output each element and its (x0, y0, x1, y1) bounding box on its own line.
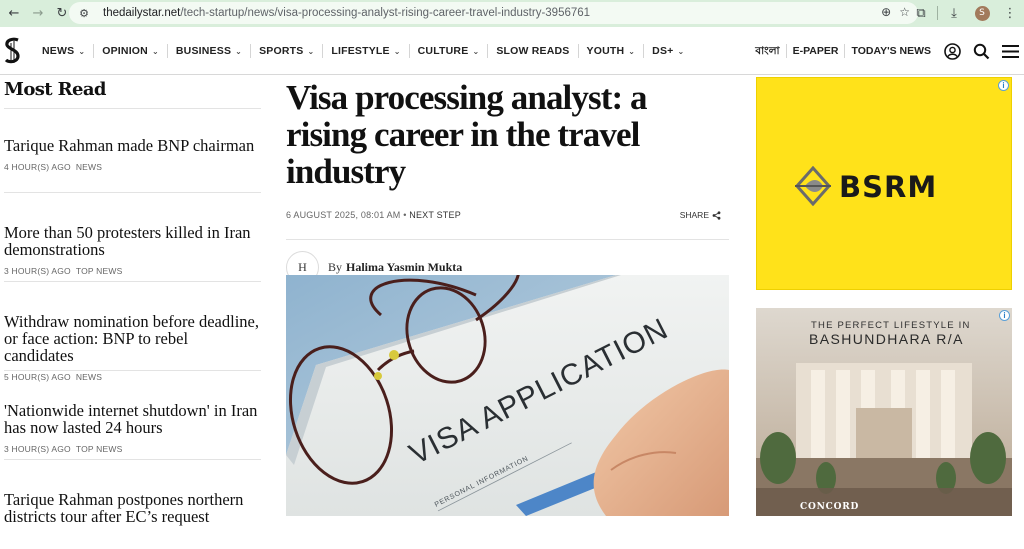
nav-business[interactable]: BUSINESS ⌄ (168, 44, 252, 58)
user-account-icon[interactable] (939, 40, 966, 62)
nav-youth[interactable]: YOUTH ⌄ (579, 44, 645, 58)
section-link[interactable]: NEXT STEP (409, 210, 461, 220)
nav-lifestyle[interactable]: LIFESTYLE ⌄ (323, 44, 410, 58)
browser-menu-icon[interactable]: ⋮ (996, 2, 1024, 24)
address-bar[interactable]: ⚙ thedailystar.net/tech-startup/news/vis… (69, 2, 918, 24)
ad-tagline: THE PERFECT LIFESTYLE IN (811, 320, 971, 331)
list-item[interactable]: More than 50 protesters killed in Iran d… (4, 193, 261, 282)
author-name[interactable]: Halima Yasmin Mukta (346, 260, 462, 275)
article-hero-image: VISA APPLICATION PERSONAL INFORMATION (286, 275, 729, 516)
most-read-title[interactable]: Tarique Rahman made BNP chairman (4, 137, 261, 154)
site-header: NEWS ⌄ OPINION ⌄ BUSINESS ⌄ SPORTS ⌄ LIFESTY… (0, 27, 1024, 75)
zoom-icon[interactable]: ⊕ (881, 5, 891, 19)
list-item[interactable]: Tarique Rahman postpones northern distri… (4, 460, 261, 549)
nav-culture[interactable]: CULTURE ⌄ (410, 44, 489, 58)
adchoices-icon[interactable]: i (999, 310, 1010, 321)
category-link[interactable]: NEWS (76, 372, 102, 382)
timestamp: 5 HOUR(S) AGO (4, 372, 71, 382)
url-text: thedailystar.net/tech-startup/news/visa-… (103, 7, 591, 19)
timestamp: 3 HOUR(S) AGO (4, 266, 71, 276)
share-icon (712, 210, 721, 220)
article-main: Visa processing analyst: a rising career… (286, 75, 729, 516)
forward-icon[interactable]: → (26, 3, 50, 25)
chevron-down-icon: ⌄ (235, 46, 243, 56)
most-read-title[interactable]: More than 50 protesters killed in Iran d… (4, 224, 261, 258)
timestamp: 3 HOUR(S) AGO (4, 444, 71, 454)
epaper-link[interactable]: E-PAPER (787, 44, 846, 58)
most-read-title[interactable]: Tarique Rahman postpones northern distri… (4, 491, 261, 525)
browser-toolbar: ← → ↻ ⚙ thedailystar.net/tech-startup/ne… (0, 0, 1024, 27)
list-item[interactable]: Withdraw nomination before deadline, or … (4, 282, 261, 382)
bangla-link[interactable]: বাংলা (749, 44, 787, 58)
adchoices-icon[interactable]: i (998, 80, 1009, 91)
nav-ds-plus[interactable]: DS+ ⌄ (644, 44, 692, 58)
timestamp: 4 HOUR(S) AGO (4, 162, 71, 172)
category-link[interactable]: TOP NEWS (76, 444, 123, 454)
extensions-icon[interactable]: ⧉ (907, 2, 935, 24)
category-link[interactable]: TOP NEWS (76, 266, 123, 276)
most-read-title[interactable]: 'Nationwide internet shutdown' in Iran h… (4, 402, 261, 436)
chevron-down-icon: ⌄ (628, 46, 636, 56)
hamburger-menu-icon[interactable] (997, 40, 1024, 62)
most-read-sidebar: Most Read Tarique Rahman made BNP chairm… (4, 75, 261, 549)
list-item[interactable]: 'Nationwide internet shutdown' in Iran h… (4, 371, 261, 460)
advertisement-concord[interactable]: i THE PERFECT LIFESTYLE IN BASHUNDHARA R… (756, 308, 1012, 516)
profile-avatar[interactable]: S (968, 2, 996, 24)
share-button[interactable]: SHARE (680, 210, 721, 220)
article-meta: 6 AUGUST 2025, 08:01 AM • NEXT STEP SHAR… (286, 210, 729, 240)
by-label: By (328, 259, 343, 274)
chevron-down-icon: ⌄ (307, 46, 315, 56)
chevron-down-icon: ⌄ (78, 46, 86, 56)
site-info-icon[interactable]: ⚙ (77, 6, 91, 20)
most-read-title[interactable]: Withdraw nomination before deadline, or … (4, 313, 261, 364)
back-icon[interactable]: ← (2, 3, 26, 25)
concord-brand-text: CONCORD (800, 502, 860, 512)
bsrm-brand-text: BSRM (839, 170, 938, 204)
nav-sports[interactable]: SPORTS ⌄ (251, 44, 324, 58)
ad-location: BASHUNDHARA R/A (809, 331, 964, 347)
daily-star-logo[interactable] (3, 37, 23, 65)
bsrm-logo-mark (794, 166, 832, 206)
main-navigation: NEWS ⌄ OPINION ⌄ BUSINESS ⌄ SPORTS ⌄ LIFESTY… (34, 44, 692, 58)
nav-opinion[interactable]: OPINION ⌄ (94, 44, 168, 58)
category-link[interactable]: NEWS (76, 162, 102, 172)
article-headline: Visa processing analyst: a rising career… (286, 78, 648, 191)
nav-slow-reads[interactable]: SLOW READS (488, 44, 579, 58)
chevron-down-icon: ⌄ (472, 46, 480, 56)
chevron-down-icon: ⌄ (151, 46, 159, 56)
search-icon[interactable] (968, 40, 995, 62)
advertisement-bsrm[interactable]: i BSRM (756, 77, 1012, 290)
chevron-down-icon: ⌄ (393, 46, 401, 56)
download-icon[interactable]: ⤓ (940, 2, 968, 24)
list-item[interactable]: Tarique Rahman made BNP chairman 4 HOUR(… (4, 109, 261, 193)
chevron-down-icon: ⌄ (677, 46, 685, 56)
todays-news-link[interactable]: TODAY'S NEWS (845, 44, 937, 58)
most-read-heading: Most Read (4, 79, 261, 109)
nav-news[interactable]: NEWS ⌄ (34, 44, 95, 58)
publish-date: 6 AUGUST 2025, 08:01 AM (286, 210, 401, 220)
